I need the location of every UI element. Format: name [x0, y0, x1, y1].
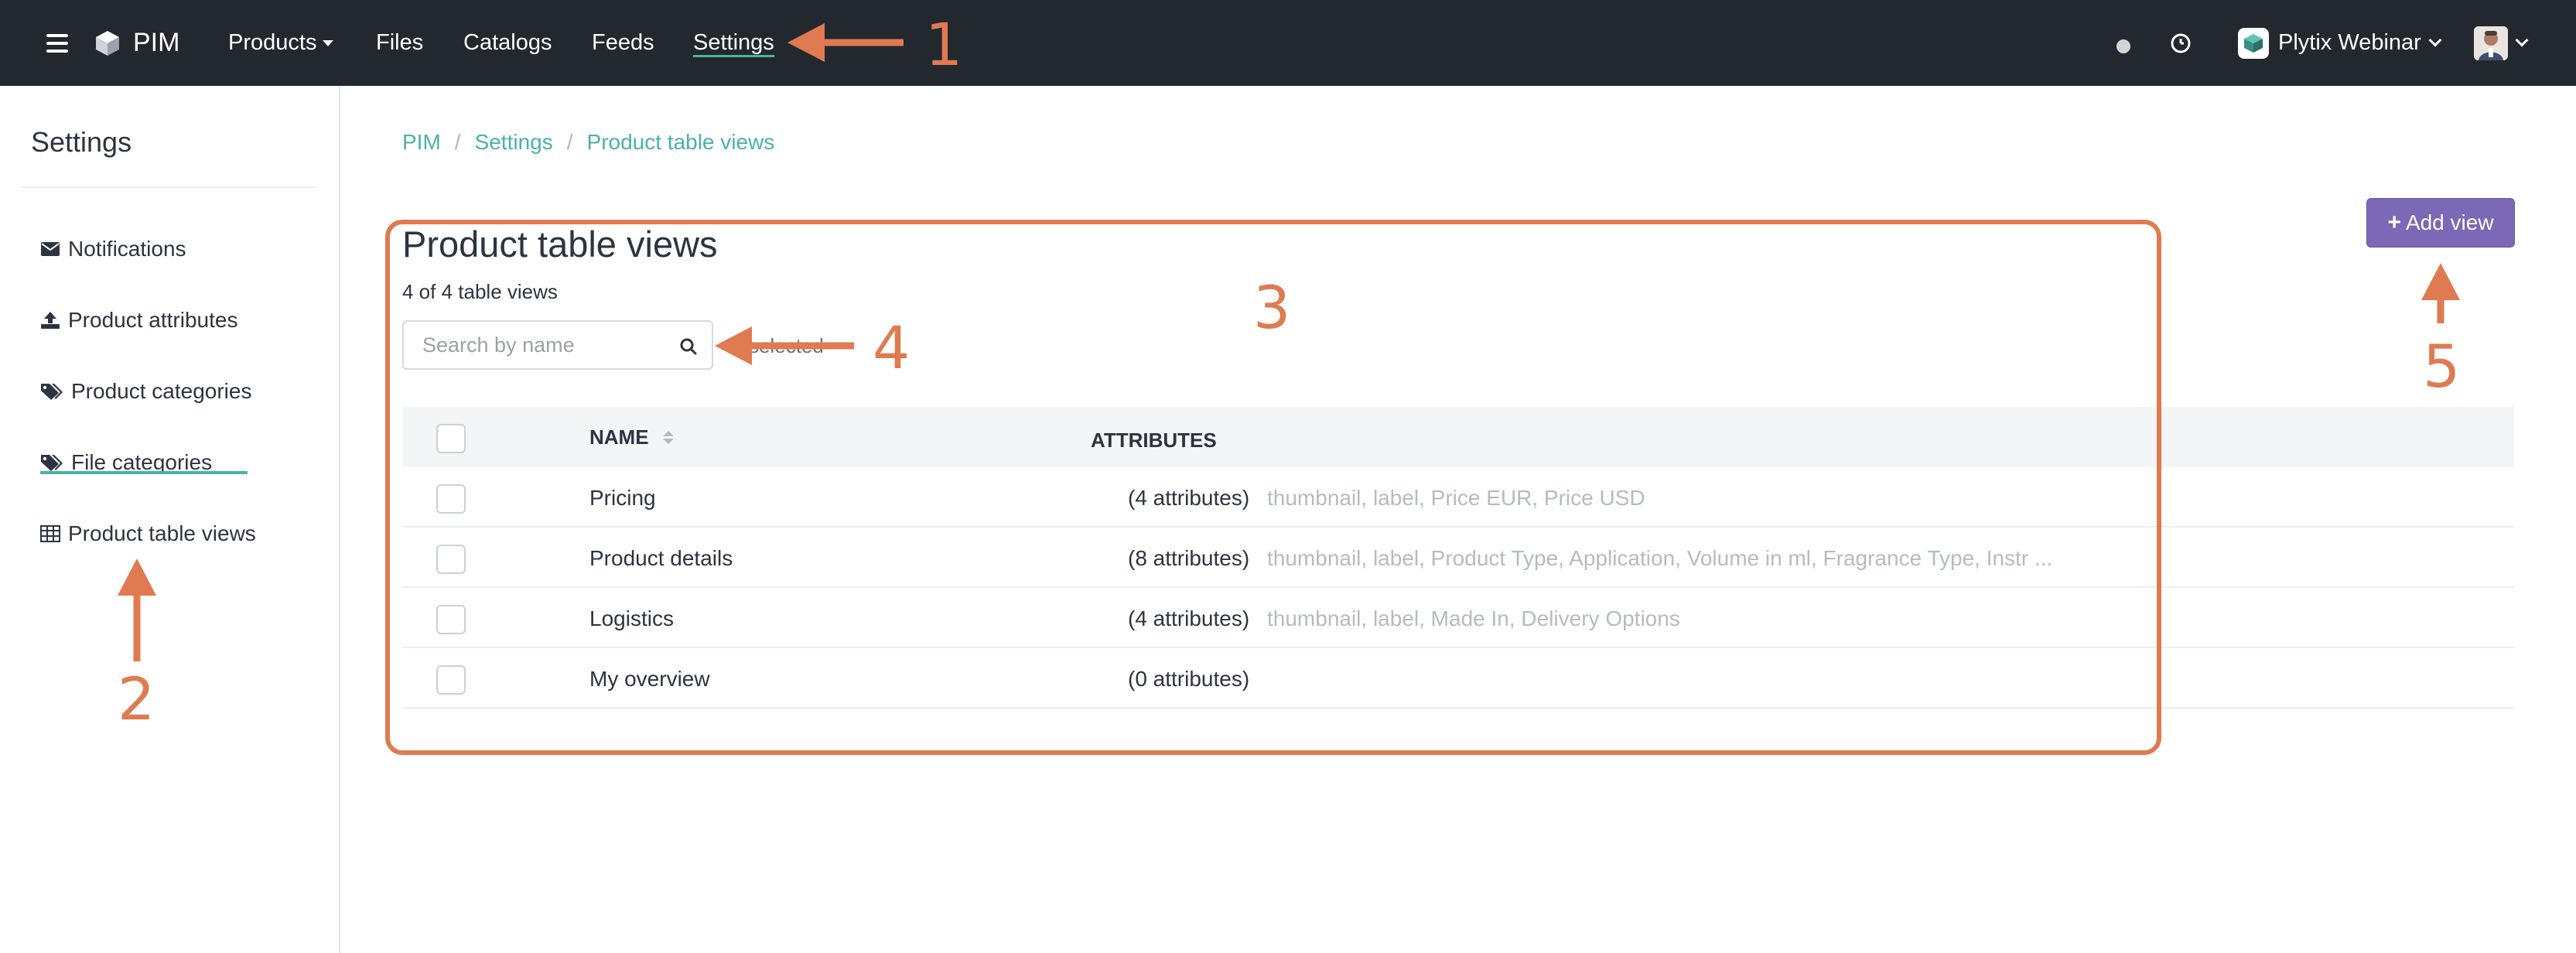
- annotation-number-4: 4: [873, 313, 910, 382]
- annotation-arrowhead-1: [787, 23, 825, 62]
- annotation-arrowhead-2: [118, 558, 156, 596]
- annotation-number-2: 2: [118, 664, 155, 733]
- annotation-number-3: 3: [1253, 273, 1291, 342]
- annotation-arrows: [118, 23, 2460, 661]
- annotation-number-1: 1: [925, 10, 963, 79]
- annotation-number-5: 5: [2423, 332, 2461, 401]
- annotation-arrowhead-5: [2421, 263, 2460, 300]
- annotation-arrowhead-4: [715, 326, 752, 365]
